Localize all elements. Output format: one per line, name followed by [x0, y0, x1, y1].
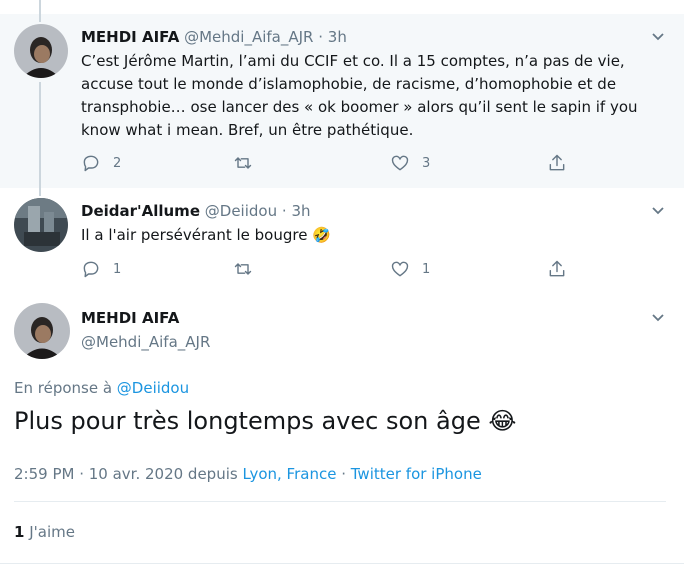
like-count: 1 [422, 261, 431, 277]
tweet-metadata: 2:59 PM · 10 avr. 2020 depuis Lyon, Fran… [14, 465, 482, 483]
tweet-header: Deidar'Allume @Deiidou · 3h [81, 202, 311, 220]
like-icon [391, 261, 409, 277]
tweet-text: C’est Jérôme Martin, l’ami du CCIF et co… [81, 52, 638, 139]
author-handle[interactable]: @Deiidou [205, 202, 277, 220]
retweet-icon [234, 263, 252, 275]
previous-tweet-fragment [0, 0, 684, 14]
reply-mention-link[interactable]: @Deiidou [117, 379, 189, 397]
divider [0, 563, 684, 564]
divider [14, 501, 666, 502]
tweet-time[interactable]: 3h [291, 202, 310, 220]
author-name[interactable]: Deidar'Allume [81, 202, 200, 220]
retweet-button[interactable] [233, 258, 253, 280]
like-label: J'aime [29, 523, 75, 541]
thread-line-top [39, 14, 41, 22]
reply-button[interactable]: 2 [81, 152, 121, 174]
avatar[interactable] [14, 303, 70, 359]
main-tweet-text: Plus pour très longtemps avec son âge 😂 [14, 407, 517, 435]
likes-summary[interactable]: 1 J'aime [14, 523, 75, 541]
thread-line [39, 0, 41, 14]
location-link[interactable]: Lyon, France [242, 465, 336, 483]
rofl-emoji: 🤣 [312, 226, 331, 244]
reply-count: 2 [113, 155, 122, 171]
reply-icon [83, 155, 99, 172]
tweet-1[interactable]: MEHDI AIFA @Mehdi_Aifa_AJR · 3h C’est Jé… [0, 14, 684, 188]
tweet-text: Il a l'air persévérant le bougre 🤣 [81, 226, 331, 244]
tweet-actions: 2 3 [81, 152, 581, 174]
author-handle[interactable]: @Mehdi_Aifa_AJR [81, 333, 210, 351]
timestamp: 2:59 PM · 10 avr. 2020 depuis [14, 465, 243, 483]
source-link[interactable]: Twitter for iPhone [351, 465, 482, 483]
tweet-actions: 1 1 [81, 258, 581, 280]
avatar[interactable] [14, 24, 68, 78]
author-name[interactable]: MEHDI AIFA [81, 28, 179, 46]
author-handle[interactable]: @Mehdi_Aifa_AJR [184, 28, 313, 46]
retweet-icon [234, 157, 252, 169]
share-button[interactable] [547, 152, 567, 174]
thread-line-bottom [39, 82, 41, 188]
avatar[interactable] [14, 198, 68, 252]
share-icon [549, 154, 565, 171]
share-icon [549, 260, 565, 277]
reply-context: En réponse à @Deiidou [14, 379, 190, 397]
chevron-down-icon[interactable] [650, 202, 666, 218]
like-button[interactable]: 1 [390, 258, 430, 280]
like-icon [391, 155, 409, 171]
tweet-header: MEHDI AIFA @Mehdi_Aifa_AJR · 3h [81, 28, 347, 46]
reply-button[interactable]: 1 [81, 258, 121, 280]
thread-line-top [39, 188, 41, 196]
like-button[interactable]: 3 [390, 152, 430, 174]
joy-emoji: 😂 [488, 407, 517, 435]
tweet-time[interactable]: 3h [328, 28, 347, 46]
chevron-down-icon[interactable] [650, 309, 666, 325]
reply-icon [83, 261, 99, 278]
retweet-button[interactable] [233, 152, 253, 174]
main-tweet: MEHDI AIFA @Mehdi_Aifa_AJR En réponse à … [0, 295, 684, 565]
tweet-2[interactable]: Deidar'Allume @Deiidou · 3h Il a l'air p… [0, 188, 684, 292]
author-name[interactable]: MEHDI AIFA [81, 309, 179, 327]
like-count: 3 [422, 155, 431, 171]
like-total: 1 [14, 523, 25, 541]
reply-count: 1 [113, 261, 122, 277]
chevron-down-icon[interactable] [650, 28, 666, 44]
share-button[interactable] [547, 258, 567, 280]
